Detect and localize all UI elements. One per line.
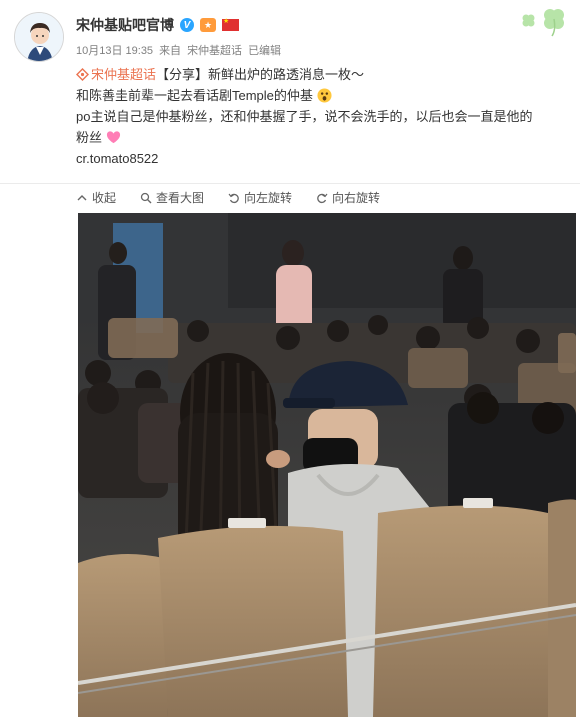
rotate-left-button[interactable]: 向左旋转 [228, 189, 292, 206]
collapse-button[interactable]: 收起 [76, 189, 116, 206]
surprised-emoji-icon [317, 88, 332, 103]
china-flag-icon [222, 17, 239, 31]
weibo-post: 宋仲基贴吧官博 V ★ 10月13日 19:35 来自 宋仲基超话 已编辑 宋仲… [0, 0, 580, 185]
verified-icon[interactable]: V [180, 18, 194, 32]
rotate-right-label: 向右旋转 [332, 191, 381, 205]
source-link[interactable]: 宋仲基超话 [187, 42, 242, 58]
topic-link[interactable]: 宋仲基超话 [91, 67, 156, 82]
magnifier-icon [140, 192, 152, 203]
post-line-1: 宋仲基超话【分享】新鲜出炉的路透消息一枚～ [76, 64, 566, 85]
post-line-3: po主说自己是仲基粉丝，还和仲基握了手，说不会洗手的，以后也会一直是他的 [76, 106, 566, 127]
post-photo[interactable] [78, 213, 576, 717]
post-line-4: 粉丝 [76, 127, 566, 148]
post-meta: 10月13日 19:35 来自 宋仲基超话 已编辑 [76, 42, 281, 58]
rotate-left-label: 向左旋转 [244, 191, 293, 205]
image-toolbar: 收起 查看大图 向左旋转 向右旋转 [0, 183, 580, 211]
super-topic-icon [76, 68, 89, 81]
post-content: 宋仲基超话【分享】新鲜出炉的路透消息一枚～ 和陈善圭前辈一起去看话剧Temple… [76, 64, 566, 169]
avatar[interactable] [14, 12, 64, 62]
view-large-button[interactable]: 查看大图 [140, 189, 204, 206]
post-text-4: 粉丝 [76, 130, 103, 145]
source-prefix: 来自 [159, 45, 182, 57]
view-large-label: 查看大图 [156, 191, 205, 205]
post-line-5: cr.tomato8522 [76, 148, 566, 169]
collapse-arrow-icon [77, 194, 87, 200]
theater-audience-photo [78, 213, 576, 717]
sparkling-heart-icon [106, 131, 120, 144]
post-line-2: 和陈善圭前辈一起去看话剧Temple的仲基 [76, 85, 566, 106]
author-line: 宋仲基贴吧官博 V ★ [76, 15, 239, 35]
post-text-2: 和陈善圭前辈一起去看话剧Temple的仲基 [76, 88, 313, 103]
collapse-label: 收起 [92, 191, 117, 205]
post-date[interactable]: 10月13日 19:35 [76, 42, 153, 58]
post-text-3: po主说自己是仲基粉丝，还和仲基握了手，说不会洗手的，以后也会一直是他的 [76, 109, 533, 124]
rotate-right-icon [317, 193, 328, 203]
author-name[interactable]: 宋仲基贴吧官博 [76, 15, 174, 35]
edited-label: 已编辑 [248, 45, 282, 57]
rotate-right-button[interactable]: 向右旋转 [316, 189, 380, 206]
post-headline: 【分享】新鲜出炉的路透消息一枚～ [156, 67, 365, 82]
photo-credit: cr.tomato8522 [76, 151, 159, 166]
clover-decoration-icon [522, 9, 564, 37]
avatar-illustration [15, 13, 63, 61]
rotate-left-icon [228, 193, 239, 203]
member-badge-icon[interactable]: ★ [200, 18, 216, 32]
